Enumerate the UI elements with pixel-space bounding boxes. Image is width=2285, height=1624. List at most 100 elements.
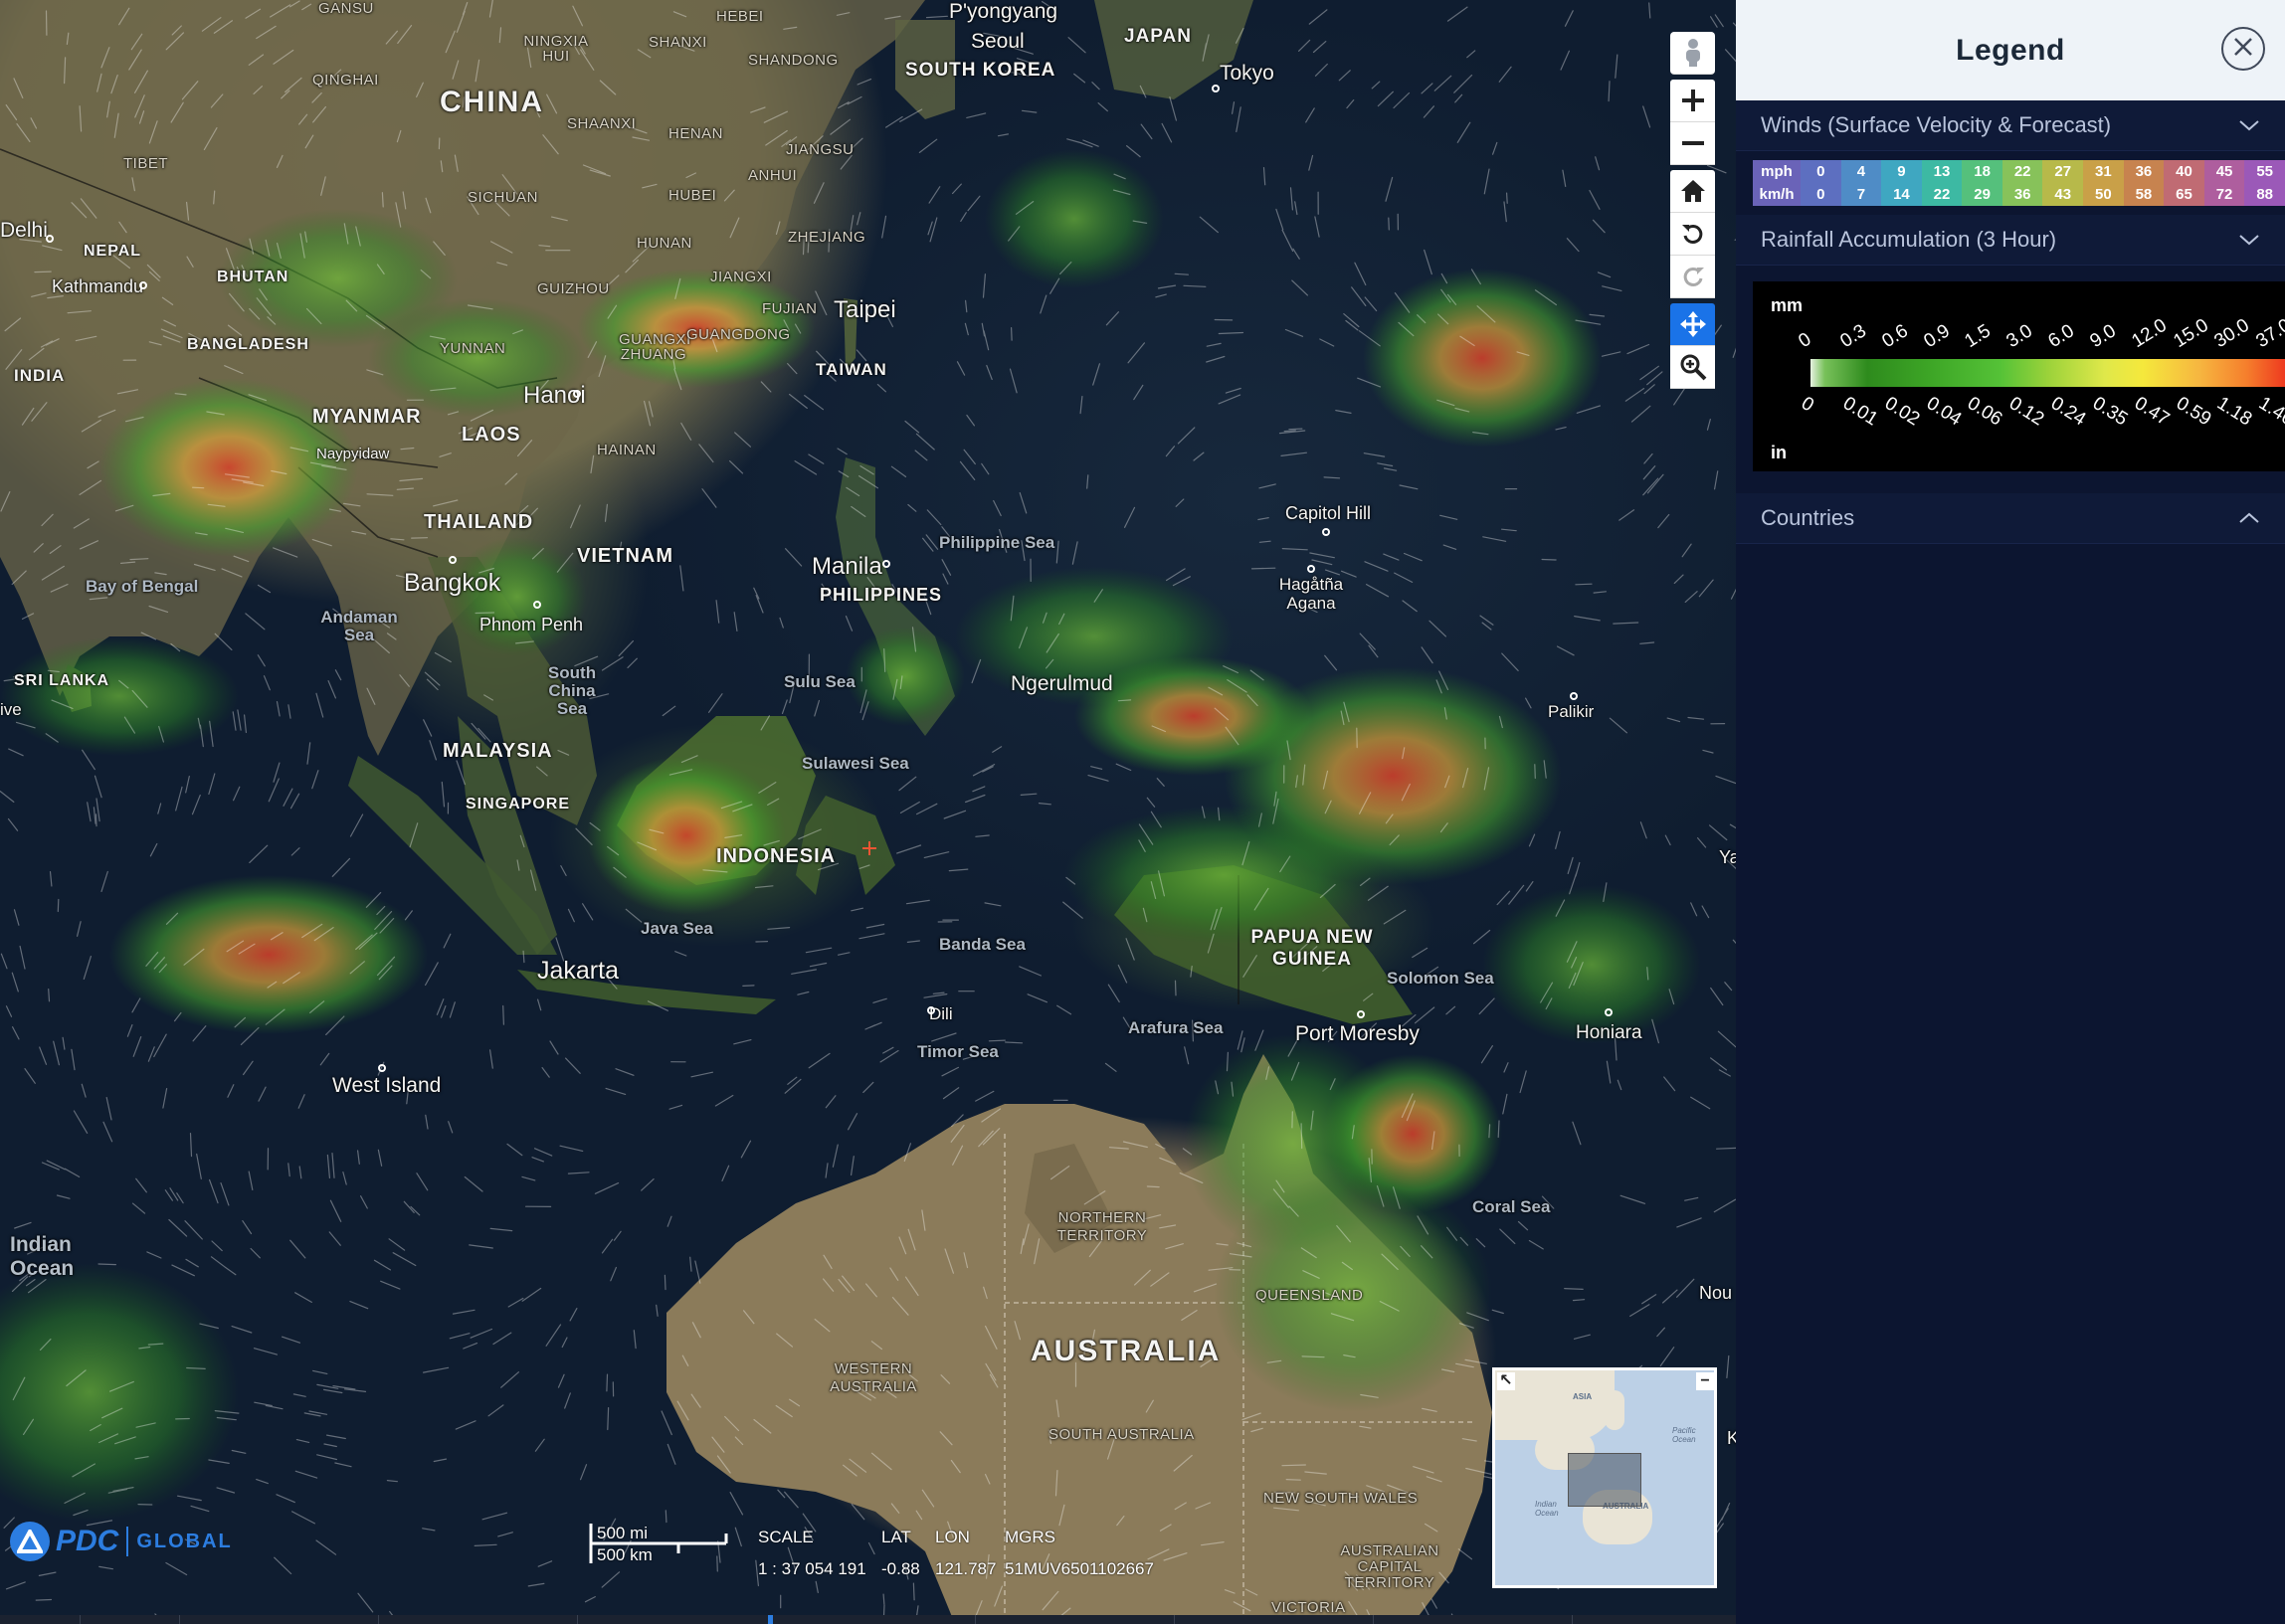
rain-in-tick: 0.06 — [1964, 393, 2006, 431]
scale-header: SCALE — [758, 1528, 814, 1546]
rain-mm-tick: 9.0 — [2086, 320, 2120, 353]
wind-mph-value: 27 — [2042, 160, 2084, 183]
chevron-down-icon — [2238, 227, 2260, 253]
rain-mm-tick: 12.0 — [2128, 314, 2171, 353]
zoom-in-button[interactable] — [1670, 80, 1715, 122]
pdc-logo-icon — [10, 1522, 50, 1561]
overview-minimap[interactable]: ASIA Pacific Ocean Indian Ocean AUSTRALI… — [1492, 1367, 1717, 1588]
rain-in-tick: 0.02 — [1880, 393, 1924, 431]
legend-section-countries[interactable]: Countries — [1736, 493, 2285, 544]
rain-mm-label: mm — [1771, 295, 1804, 315]
wind-kmh-value: 58 — [2123, 183, 2165, 206]
zoom-box-button[interactable] — [1670, 346, 1715, 389]
wind-kmh-value: 0 — [1801, 183, 1841, 206]
minimap-label-indian: Indian Ocean — [1535, 1500, 1559, 1518]
minimap-extent-box[interactable] — [1568, 1453, 1641, 1507]
lat-value: -0.88 — [881, 1559, 920, 1578]
rain-in-tick: 0.04 — [1922, 393, 1965, 431]
rain-in-tick: 1.46 — [2255, 393, 2285, 431]
rain-in-tick: 0.59 — [2172, 393, 2214, 431]
legend-header: Legend — [1736, 0, 2285, 100]
wind-kmh-row: km/h 0 7 14 22 29 36 43 50 58 65 72 88 — [1753, 183, 2285, 206]
wind-mph-value: 9 — [1881, 160, 1922, 183]
minimap-expand-button[interactable]: ↖ — [1497, 1372, 1515, 1390]
legend-close-button[interactable] — [2221, 27, 2265, 71]
rain-mm-tick: 0 — [1795, 328, 1815, 353]
winds-section-title: Winds (Surface Velocity & Forecast) — [1761, 112, 2112, 137]
home-icon — [1680, 179, 1706, 203]
pan-button[interactable] — [1670, 303, 1715, 346]
map-viewport[interactable]: CHINA JAPAN SOUTH KOREA INDIA NEPAL BHUT… — [0, 0, 1736, 1624]
lat-header: LAT — [881, 1528, 911, 1546]
city-markers — [46, 85, 1613, 1072]
wind-mph-value: 55 — [2244, 160, 2285, 183]
street-view-button[interactable] — [1670, 32, 1715, 75]
scale-bar-km: 500 km — [597, 1545, 653, 1564]
wind-mph-label: mph — [1753, 160, 1801, 183]
pdc-global-logo: PDC GLOBAL — [10, 1522, 233, 1561]
wind-kmh-value: 72 — [2203, 183, 2245, 206]
pan-icon — [1679, 310, 1707, 338]
rotate-right-icon — [1680, 264, 1706, 289]
minimap-label-pacific: Pacific Ocean — [1672, 1426, 1696, 1444]
chevron-up-icon — [2238, 505, 2260, 531]
rain-mm-tick: 15.0 — [2169, 314, 2212, 353]
wind-mph-value: 13 — [1921, 160, 1963, 183]
rain-in-tick: 0 — [1797, 393, 1817, 417]
rain-mm-tick: 1.5 — [1961, 320, 1996, 353]
minimap-collapse-button[interactable]: − — [1696, 1372, 1714, 1390]
rain-in-tick: 0.24 — [2046, 393, 2090, 431]
close-icon — [2232, 36, 2254, 63]
mgrs-value: 51MUV6501102667 — [1005, 1559, 1154, 1578]
rainfall-section-title: Rainfall Accumulation (3 Hour) — [1761, 227, 2057, 252]
wind-mph-value: 45 — [2203, 160, 2245, 183]
expand-arrow-icon: ↖ — [1499, 1372, 1513, 1389]
rain-in-tick: 0.01 — [1838, 393, 1882, 431]
wind-kmh-value: 88 — [2244, 183, 2285, 206]
legend-section-rainfall[interactable]: Rainfall Accumulation (3 Hour) — [1736, 215, 2285, 266]
map-toolbar — [1670, 32, 1715, 389]
wind-kmh-value: 36 — [2001, 183, 2043, 206]
timeline-indicator[interactable] — [768, 1615, 773, 1624]
rainfall-gradient-bar — [1810, 359, 2285, 387]
rain-mm-tick: 37.0 — [2252, 314, 2285, 353]
legend-section-winds[interactable]: Winds (Surface Velocity & Forecast) — [1736, 100, 2285, 151]
wind-mph-value: 36 — [2123, 160, 2165, 183]
home-button[interactable] — [1670, 170, 1715, 213]
zoom-out-button[interactable] — [1670, 122, 1715, 165]
wind-kmh-value: 14 — [1881, 183, 1922, 206]
wind-kmh-value: 50 — [2083, 183, 2124, 206]
wind-mph-row: mph 0 4 9 13 18 22 27 31 36 40 45 55 — [1753, 160, 2285, 183]
wind-kmh-label: km/h — [1753, 183, 1801, 206]
scale-bar-miles: 500 mi — [597, 1524, 649, 1542]
timeline-strip[interactable] — [0, 1615, 1736, 1624]
wind-mph-value: 4 — [1840, 160, 1882, 183]
lon-header: LON — [935, 1528, 970, 1546]
rain-mm-tick: 30.0 — [2210, 314, 2254, 353]
pdc-product-text: GLOBAL — [136, 1530, 233, 1552]
zoom-box-icon — [1679, 353, 1707, 381]
rotate-right-button[interactable] — [1670, 256, 1715, 298]
pdc-brand-text: PDC — [56, 1525, 119, 1557]
minimap-label-asia: ASIA — [1573, 1392, 1593, 1401]
rotate-left-icon — [1680, 221, 1706, 247]
wind-kmh-value: 65 — [2164, 183, 2204, 206]
rain-in-tick: 1.18 — [2213, 393, 2256, 431]
wind-kmh-value: 22 — [1921, 183, 1963, 206]
rain-in-tick: 0.47 — [2130, 393, 2174, 431]
scale-value: 1 : 37 054 191 — [758, 1559, 866, 1578]
wind-kmh-value: 29 — [1962, 183, 2002, 206]
rain-mm-tick: 0.3 — [1836, 320, 1870, 353]
countries-section-title: Countries — [1761, 505, 1855, 530]
wind-kmh-value: 7 — [1840, 183, 1882, 206]
rainfall-color-scale: mm in 0 0.3 0.6 0.9 1.5 3.0 6.0 9.0 12.0 15.0 30.0… — [1753, 281, 2285, 471]
wind-mph-value: 22 — [2001, 160, 2043, 183]
rain-mm-tick: 0.6 — [1878, 320, 1912, 353]
lon-value: 121.787 — [935, 1559, 997, 1578]
minus-icon: − — [1700, 1372, 1710, 1389]
wind-mph-value: 18 — [1962, 160, 2002, 183]
rotate-left-button[interactable] — [1670, 213, 1715, 256]
legend-title: Legend — [1956, 33, 2065, 67]
zoom-in-icon — [1680, 88, 1706, 113]
wind-mph-value: 0 — [1801, 160, 1841, 183]
